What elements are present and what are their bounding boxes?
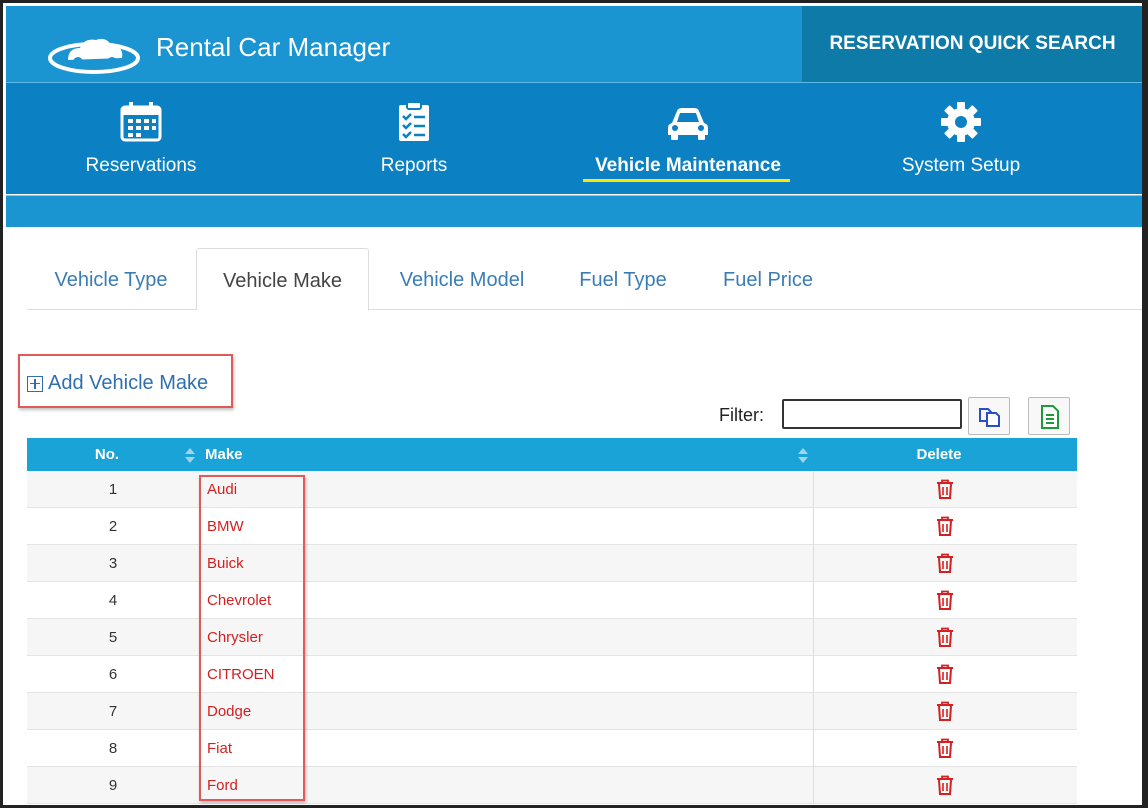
make-link[interactable]: Chevrolet: [207, 582, 271, 619]
make-link[interactable]: Audi: [207, 471, 237, 508]
cloud-car-logo: [48, 38, 140, 74]
row-number: 2: [108, 518, 118, 535]
document-icon: [1041, 405, 1059, 429]
gear-icon: [941, 102, 981, 142]
reservation-quick-search-button[interactable]: RESERVATION QUICK SEARCH: [802, 6, 1142, 82]
row-number: 6: [108, 666, 118, 683]
trash-icon[interactable]: [936, 664, 954, 684]
table-row: 5 Chrysler: [27, 619, 1077, 656]
sub-header-bar: [6, 195, 1142, 227]
make-link[interactable]: Ford: [207, 767, 238, 804]
tab-fuel-price[interactable]: Fuel Price: [699, 248, 837, 310]
tab-vehicle-model[interactable]: Vehicle Model: [379, 248, 545, 310]
make-link[interactable]: Dodge: [207, 693, 251, 730]
table-body: 1 Audi 2 BMW 3 Buick 4 Chevrolet 5 Chrysler 6 CITRO…: [27, 471, 1077, 804]
row-number: 8: [108, 740, 118, 757]
delete-cell: [813, 471, 1077, 508]
app-window: Rental Car Manager RESERVATION QUICK SEA…: [0, 0, 1148, 808]
row-number: 7: [108, 703, 118, 720]
tab-vehicle-make[interactable]: Vehicle Make: [196, 248, 369, 311]
active-nav-underline: [583, 179, 790, 182]
export-button[interactable]: [1028, 397, 1070, 435]
nav-label-vehicle-maintenance: Vehicle Maintenance: [595, 155, 781, 176]
column-header-make[interactable]: Make: [205, 438, 243, 471]
calendar-icon: [120, 102, 162, 142]
sort-icon[interactable]: [184, 447, 196, 464]
car-icon: [668, 108, 708, 140]
make-link[interactable]: BMW: [207, 508, 244, 545]
row-number: 1: [108, 481, 118, 498]
trash-icon[interactable]: [936, 775, 954, 795]
row-number: 5: [108, 629, 118, 646]
delete-cell: [813, 582, 1077, 619]
tab-fuel-type[interactable]: Fuel Type: [557, 248, 689, 310]
make-link[interactable]: Chrysler: [207, 619, 263, 656]
sort-icon[interactable]: [797, 447, 809, 464]
delete-cell: [813, 767, 1077, 804]
table-row: 1 Audi: [27, 471, 1077, 508]
main-navigation: Reservations Reports Vehicle Maintenance…: [6, 82, 1142, 195]
delete-cell: [813, 693, 1077, 730]
filter-label: Filter:: [719, 405, 764, 425]
nav-item-reports[interactable]: Reports: [279, 83, 549, 195]
filter-input[interactable]: [782, 399, 962, 429]
add-vehicle-make-label: Add Vehicle Make: [48, 372, 209, 394]
plus-square-icon: [27, 375, 43, 392]
top-header: Rental Car Manager RESERVATION QUICK SEA…: [6, 6, 1142, 82]
nav-item-system-setup[interactable]: System Setup: [826, 83, 1096, 195]
table-row: 6 CITROEN: [27, 656, 1077, 693]
column-header-no[interactable]: No.: [27, 438, 187, 471]
table-row: 9 Ford: [27, 767, 1077, 804]
copy-icon: [979, 408, 1000, 427]
trash-icon[interactable]: [936, 516, 954, 536]
delete-cell: [813, 508, 1077, 545]
make-link[interactable]: Fiat: [207, 730, 232, 767]
delete-cell: [813, 545, 1077, 582]
tab-vehicle-type[interactable]: Vehicle Type: [27, 248, 195, 310]
row-number: 4: [108, 592, 118, 609]
nav-label-reservations: Reservations: [85, 155, 197, 176]
maintenance-tabs: Vehicle Type Vehicle Make Vehicle Model …: [27, 248, 1142, 311]
row-number: 9: [108, 777, 118, 794]
table-row: 7 Dodge: [27, 693, 1077, 730]
app-title: Rental Car Manager: [156, 32, 391, 62]
table-row: 3 Buick: [27, 545, 1077, 582]
delete-cell: [813, 656, 1077, 693]
trash-icon[interactable]: [936, 701, 954, 721]
nav-label-system-setup: System Setup: [901, 155, 1021, 176]
row-number: 3: [108, 555, 118, 572]
delete-cell: [813, 619, 1077, 656]
add-vehicle-make-link[interactable]: Add Vehicle Make: [27, 372, 208, 395]
delete-cell: [813, 730, 1077, 767]
make-link[interactable]: Buick: [207, 545, 244, 582]
make-link[interactable]: CITROEN: [207, 656, 275, 693]
trash-icon[interactable]: [936, 553, 954, 573]
trash-icon[interactable]: [936, 738, 954, 758]
column-header-delete: Delete: [916, 446, 962, 463]
vehicle-make-table: No. Make Delete 1 Audi 2 BMW 3 Buick 4 Chevrole…: [27, 438, 1077, 804]
table-row: 8 Fiat: [27, 730, 1077, 767]
table-header: No. Make Delete: [27, 438, 1077, 471]
table-row: 4 Chevrolet: [27, 582, 1077, 619]
clipboard-list-icon: [399, 101, 429, 141]
nav-item-reservations[interactable]: Reservations: [6, 83, 276, 195]
copy-button[interactable]: [968, 397, 1010, 435]
table-row: 2 BMW: [27, 508, 1077, 545]
nav-label-reports: Reports: [380, 155, 448, 176]
trash-icon[interactable]: [936, 590, 954, 610]
trash-icon[interactable]: [936, 479, 954, 499]
trash-icon[interactable]: [936, 627, 954, 647]
